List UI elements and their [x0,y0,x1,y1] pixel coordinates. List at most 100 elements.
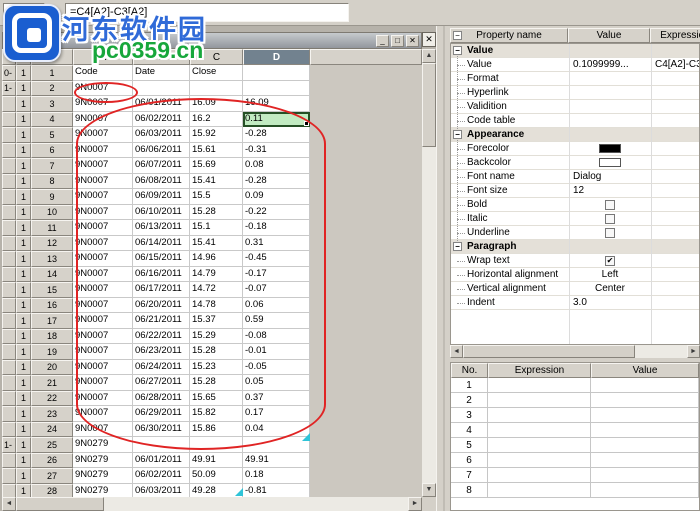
property-value[interactable] [569,156,651,169]
band-marker[interactable]: 1 [16,453,31,469]
property-value[interactable]: ✔ [569,254,651,267]
sheet-cell-C24[interactable]: 15.86 [190,422,243,438]
sheet-cell-B13[interactable]: 06/15/2011 [133,251,190,267]
sheet-cell-C7[interactable]: 15.69 [190,158,243,174]
property-value[interactable]: 3.0 [569,296,651,309]
expression-cell[interactable] [488,468,591,483]
property-value[interactable]: Center [569,282,651,295]
sheet-cell-A14[interactable]: 9N0007 [73,267,133,283]
sheet-cell-D4[interactable]: 0.11 [243,112,310,128]
value-cell[interactable] [591,393,699,408]
sheet-cell-B16[interactable]: 06/20/2011 [133,298,190,314]
value-cell[interactable] [591,378,699,393]
sheet-cell-C19[interactable]: 15.28 [190,344,243,360]
outline-marker[interactable] [2,112,16,128]
expression-row[interactable]: 7 [451,468,699,483]
property-row-paragraph[interactable]: −Paragraph [451,240,699,254]
expression-row[interactable]: 5 [451,438,699,453]
property-value[interactable] [569,240,651,253]
property-row-appearance[interactable]: −Appearance [451,128,699,142]
outline-marker[interactable] [2,267,16,283]
value-cell[interactable] [591,408,699,423]
sheet-cell-A16[interactable]: 9N0007 [73,298,133,314]
property-value[interactable] [569,226,651,239]
sheet-cell-D5[interactable]: -0.28 [243,127,310,143]
sheet-cell-C5[interactable]: 15.92 [190,127,243,143]
sheet-cell-D12[interactable]: 0.31 [243,236,310,252]
row-number[interactable]: 20 [31,360,73,376]
property-value[interactable] [569,100,651,113]
sheet-cell-A25[interactable]: 9N0279 [73,437,133,453]
sheet-cell-D16[interactable]: 0.06 [243,298,310,314]
property-expression[interactable] [651,100,699,113]
property-value[interactable]: 0.1099999... [569,58,651,71]
property-row-font-size[interactable]: Font size12 [451,184,699,198]
row-number[interactable]: 4 [31,112,73,128]
row-number[interactable]: 3 [31,96,73,112]
close-button[interactable]: ✕ [406,35,419,47]
sheet-cell-D26[interactable]: 49.91 [243,453,310,469]
band-marker[interactable]: 1 [16,143,31,159]
row-number[interactable]: 19 [31,344,73,360]
sheet-cell-D27[interactable]: 0.18 [243,468,310,484]
expression-row[interactable]: 1 [451,378,699,393]
sheet-cell-A22[interactable]: 9N0007 [73,391,133,407]
outline-marker[interactable] [2,484,16,498]
sheet-cell-D11[interactable]: -0.18 [243,220,310,236]
band-marker[interactable]: 1 [16,112,31,128]
row-number[interactable]: 17 [31,313,73,329]
row-number[interactable]: 28 [31,484,73,498]
sheet-cell-B10[interactable]: 06/10/2011 [133,205,190,221]
color-swatch[interactable] [599,158,621,167]
sheet-cell-D6[interactable]: -0.31 [243,143,310,159]
corner-header[interactable] [2,49,16,65]
property-row-validition[interactable]: Validition [451,100,699,114]
row-number[interactable]: 22 [31,391,73,407]
color-swatch[interactable] [599,144,621,153]
sheet-cell-C9[interactable]: 15.5 [190,189,243,205]
band-marker[interactable]: 1 [16,220,31,236]
sheet-cell-D24[interactable]: 0.04 [243,422,310,438]
property-row-forecolor[interactable]: Forecolor [451,142,699,156]
property-grid-hscrollbar[interactable]: ◄ ► [450,345,700,358]
sheet-cell-D7[interactable]: 0.08 [243,158,310,174]
sheet-cell-A26[interactable]: 9N0279 [73,453,133,469]
outline-marker[interactable] [2,391,16,407]
value-cell[interactable] [591,438,699,453]
sheet-cell-B19[interactable]: 06/23/2011 [133,344,190,360]
tree-root-toggle-icon[interactable]: − [453,31,462,40]
sheet-cell-A8[interactable]: 9N0007 [73,174,133,190]
property-row-font-name[interactable]: Font nameDialog [451,170,699,184]
sheet-cell-D28[interactable]: -0.81 [243,484,310,498]
sheet-cell-B20[interactable]: 06/24/2011 [133,360,190,376]
sheet-cell-D3[interactable]: 16.09 [243,96,310,112]
band-marker[interactable]: 1 [16,127,31,143]
band-marker[interactable]: 1 [16,251,31,267]
sheet-cell-B12[interactable]: 06/14/2011 [133,236,190,252]
sheet-cell-C26[interactable]: 49.91 [190,453,243,469]
expression-row[interactable]: 3 [451,408,699,423]
row-number[interactable]: 23 [31,406,73,422]
sheet-cell-C23[interactable]: 15.82 [190,406,243,422]
sheet-cell-A6[interactable]: 9N0007 [73,143,133,159]
property-expression[interactable] [651,268,699,281]
sheet-cell-B5[interactable]: 06/03/2011 [133,127,190,143]
band-marker[interactable]: 1 [16,158,31,174]
sheet-cell-A15[interactable]: 9N0007 [73,282,133,298]
row-number[interactable]: 10 [31,205,73,221]
outline-marker[interactable] [2,422,16,438]
sheet-cell-D17[interactable]: 0.59 [243,313,310,329]
expression-cell[interactable] [488,453,591,468]
column-header-A[interactable]: A [73,49,133,65]
row-number[interactable]: 13 [31,251,73,267]
restore-button[interactable]: □ [391,35,404,47]
vertical-scrollbar[interactable]: ▲ ▼ [422,49,436,497]
sheet-cell-C11[interactable]: 15.1 [190,220,243,236]
property-value[interactable]: Dialog [569,170,651,183]
outline-marker[interactable] [2,96,16,112]
sheet-cell-C3[interactable]: 16.09 [190,96,243,112]
row-number[interactable]: 14 [31,267,73,283]
outline-marker[interactable] [2,313,16,329]
property-expression[interactable] [651,156,699,169]
band-marker[interactable]: 1 [16,406,31,422]
